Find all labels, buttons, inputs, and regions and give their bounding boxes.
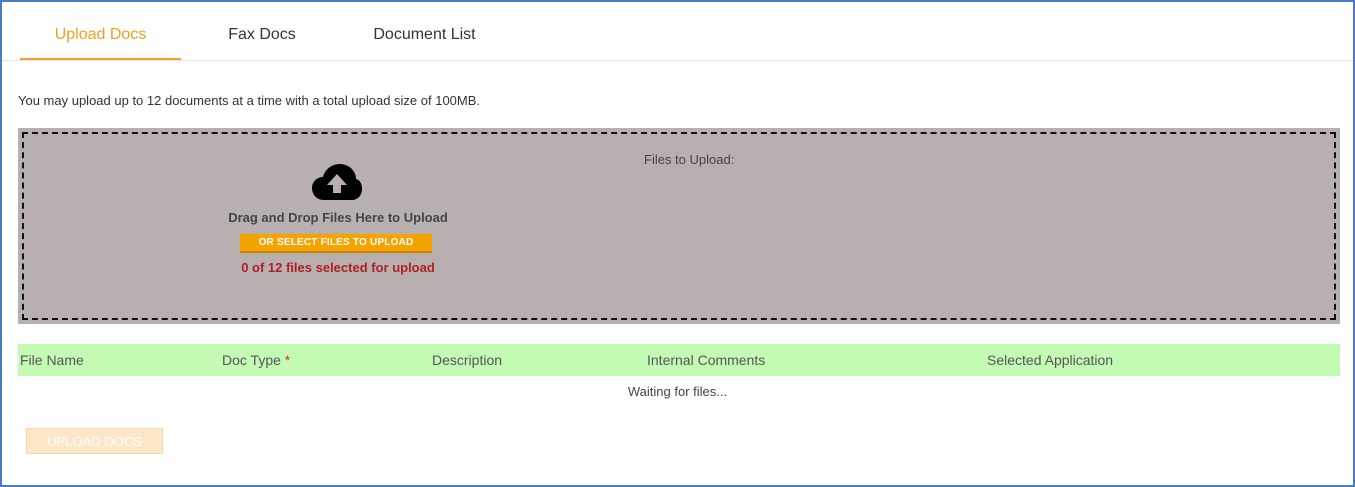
select-files-button[interactable]: OR SELECT FILES TO UPLOAD bbox=[240, 234, 432, 253]
column-doc-type: Doc Type * bbox=[222, 344, 290, 376]
file-drop-zone[interactable]: Drag and Drop Files Here to Upload OR SE… bbox=[18, 128, 1340, 324]
files-to-upload-label: Files to Upload: bbox=[644, 152, 735, 167]
column-description: Description bbox=[432, 352, 503, 368]
tab-fax-docs[interactable]: Fax Docs bbox=[198, 2, 326, 59]
upload-docs-button[interactable]: UPLOAD DOCS bbox=[26, 428, 163, 454]
column-selected-application: Selected Application bbox=[987, 352, 1114, 368]
column-internal-comments: Internal Comments bbox=[647, 352, 766, 368]
drop-zone-border: Drag and Drop Files Here to Upload OR SE… bbox=[22, 132, 1336, 320]
files-selected-count: 0 of 12 files selected for upload bbox=[241, 260, 435, 275]
upload-panel: Upload Docs Fax Docs Document List You m… bbox=[0, 0, 1355, 487]
upload-limit-info: You may upload up to 12 documents at a t… bbox=[18, 93, 481, 108]
tab-upload-docs[interactable]: Upload Docs bbox=[20, 2, 181, 60]
drag-drop-title: Drag and Drop Files Here to Upload bbox=[228, 210, 448, 225]
column-doc-type-label: Doc Type bbox=[222, 352, 281, 368]
cloud-upload-icon bbox=[312, 164, 362, 200]
tab-document-list[interactable]: Document List bbox=[352, 2, 497, 59]
column-file-name: File Name bbox=[20, 352, 84, 368]
table-empty-message: Waiting for files... bbox=[627, 384, 728, 399]
required-marker: * bbox=[284, 352, 291, 368]
files-table-header: File Name Doc Type * Description Interna… bbox=[18, 344, 1340, 376]
tab-bar: Upload Docs Fax Docs Document List bbox=[2, 2, 1353, 61]
